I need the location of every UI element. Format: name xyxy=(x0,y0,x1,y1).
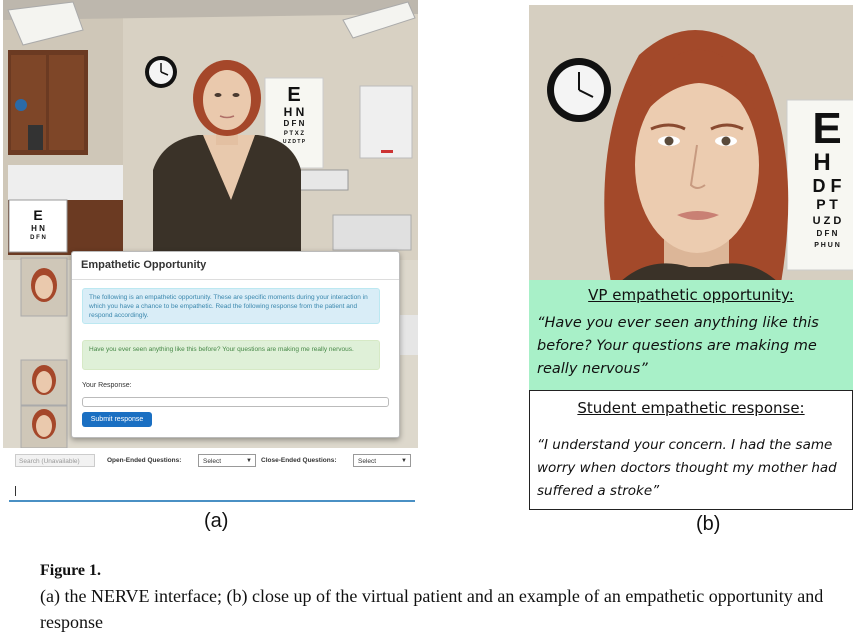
b-eye-chart-row-4: P T xyxy=(816,196,838,212)
response-input[interactable] xyxy=(82,397,389,407)
eye-chart-row-4: P T X Z xyxy=(284,131,305,137)
b-eye-chart-row-6: D F N xyxy=(817,229,838,238)
caption-text: (a) the NERVE interface; (b) close up of… xyxy=(40,586,824,632)
submit-response-button[interactable]: Submit response xyxy=(82,412,152,427)
empathetic-opportunity-dialog: Empathetic Opportunity The following is … xyxy=(71,251,400,438)
b-eye-chart-row-3: D F xyxy=(813,176,842,196)
b-eye-chart-row-5: U Z D xyxy=(813,215,842,227)
eye-chart-row-1: E xyxy=(287,84,300,106)
panel-a-label: (a) xyxy=(204,510,229,532)
chevron-down-icon: ▼ xyxy=(401,458,407,464)
virtual-patient-closeup: E H D F P T U Z D D F N P H U N VP empat… xyxy=(529,5,853,511)
vp-opportunity-title: VP empathetic opportunity: xyxy=(588,286,794,304)
student-response-title: Student empathetic response: xyxy=(577,399,805,417)
b-eye-chart-row-7: P H U N xyxy=(814,242,840,249)
close-ended-label: Close-Ended Questions: xyxy=(261,457,337,464)
b-eye-chart-row-2: H xyxy=(813,149,830,176)
student-response-text: “I understand your concern. I had the sa… xyxy=(537,437,837,499)
chat-input[interactable] xyxy=(9,478,415,502)
open-ended-label: Open-Ended Questions: xyxy=(107,457,182,464)
patient-face-scene: E H D F P T U Z D D F N P H U N xyxy=(529,5,853,283)
dialog-divider xyxy=(72,279,399,280)
thumb-chart-row-1: E xyxy=(33,207,42,223)
figure-number: Figure 1. xyxy=(40,562,102,579)
thumbnail-face-1 xyxy=(20,257,68,317)
close-ended-select-value: Select xyxy=(358,458,377,465)
thumbnail-face-2 xyxy=(20,359,68,406)
vp-opportunity-text: “Have you ever seen anything like this b… xyxy=(537,315,819,377)
patient-quote-alert: Have you ever seen anything like this be… xyxy=(82,340,380,370)
b-eye-chart-row-1: E xyxy=(812,104,841,153)
question-toolbar: Search (Unavailable) Open-Ended Question… xyxy=(3,448,418,510)
thumb-chart-row-3: D F N xyxy=(30,235,46,241)
chevron-down-icon: ▼ xyxy=(246,458,252,464)
student-response-box: Student empathetic response: “I understa… xyxy=(529,390,853,510)
open-ended-select[interactable]: Select ▼ xyxy=(198,454,256,467)
eye-chart-row-3: D F N xyxy=(284,119,305,128)
dialog-title: Empathetic Opportunity xyxy=(81,259,207,271)
panel-b-label: (b) xyxy=(696,513,721,535)
vp-opportunity-box: VP empathetic opportunity: “Have you eve… xyxy=(529,280,853,392)
thumb-chart-row-2: H N xyxy=(31,224,45,233)
thumbnail-face-3 xyxy=(20,405,68,449)
response-label: Your Response: xyxy=(82,382,132,389)
search-input[interactable]: Search (Unavailable) xyxy=(15,454,95,467)
nerve-interface-screenshot: E H N D F N P T X Z U Z D T P E H N D F … xyxy=(3,0,418,510)
close-ended-select[interactable]: Select ▼ xyxy=(353,454,411,467)
info-alert: The following is an empathetic opportuni… xyxy=(82,288,380,324)
text-cursor xyxy=(15,486,16,496)
eye-chart-row-5: U Z D T P xyxy=(283,139,306,145)
eye-chart-row-2: H N xyxy=(284,105,305,119)
open-ended-select-value: Select xyxy=(203,458,222,465)
figure-caption: Figure 1. (a) the NERVE interface; (b) c… xyxy=(40,562,840,635)
